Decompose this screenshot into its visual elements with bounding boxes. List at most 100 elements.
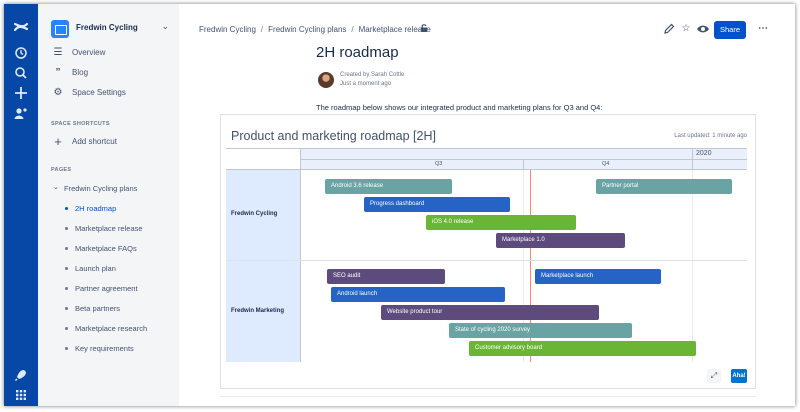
roadmap-bar-label: SEO audit [333, 273, 361, 279]
roadmap-title: Product and marketing roadmap [2H] [231, 129, 436, 143]
sidebar-item-label: Space Settings [72, 88, 126, 97]
lane-label-text: Fredwin Cycling [231, 211, 278, 217]
timeline-year-label: 2020 [696, 150, 712, 157]
roadmap-bar-label: Marketplace launch [541, 273, 594, 279]
roadmap-timeline: 2020 Q3 Q4 Fredwin Cycling Fredwin Marke… [226, 148, 747, 362]
chevron-down-icon[interactable]: ⌄ [53, 183, 59, 191]
sidebar-item-overview[interactable]: ☰ Overview [51, 47, 171, 61]
roadmap-bar[interactable]: Website product tour [381, 305, 599, 320]
roadmap-bar[interactable]: Marketplace 1.0 [496, 233, 625, 248]
quote-icon: ” [55, 67, 61, 78]
page-tree-root-label: Fredwin Cycling plans [64, 184, 138, 193]
sidebar-item-space-settings[interactable]: ⚙ Space Settings [51, 87, 171, 101]
rocket-icon[interactable] [12, 366, 30, 384]
page-tree-item[interactable]: Marketplace release [65, 223, 175, 235]
page-tree-item[interactable]: Launch plan [65, 263, 175, 275]
app-switcher-icon[interactable] [12, 386, 30, 404]
watch-icon[interactable] [695, 21, 711, 37]
share-button[interactable]: Share [714, 21, 746, 39]
page-tree-root[interactable]: ⌄ Fredwin Cycling plans [51, 183, 176, 195]
space-switcher[interactable]: Fredwin Cycling ⌄ [51, 20, 169, 40]
gear-icon: ⚙ [53, 87, 63, 98]
create-icon[interactable] [12, 84, 30, 102]
page-tree-item-label: Marketplace research [75, 324, 148, 333]
quarter-divider [523, 159, 524, 170]
bullet-icon [65, 267, 68, 270]
quarter-label: Q4 [602, 161, 610, 167]
breadcrumb-separator: / [260, 25, 264, 34]
star-icon[interactable]: ☆ [678, 21, 694, 37]
sidebar-item-label: Overview [72, 48, 106, 57]
confluence-logo-icon[interactable] [12, 18, 30, 36]
bullet-icon [65, 287, 68, 290]
page-tree-item-label: Key requirements [75, 344, 134, 353]
page-tree-item-label: Marketplace FAQs [75, 244, 137, 253]
page-tree-item[interactable]: Key requirements [65, 343, 175, 355]
page-author: Created by Sarah Cottle [340, 72, 405, 78]
roadmap-bar-label: Marketplace 1.0 [502, 237, 545, 243]
page-tree-item[interactable]: 2H roadmap [65, 203, 175, 215]
roadmap-bar[interactable]: Partner portal [596, 179, 732, 194]
page-tree-item-label: Partner agreement [75, 284, 138, 293]
content-divider [220, 396, 756, 397]
roadmap-bar[interactable]: Android launch [331, 287, 505, 302]
edit-icon[interactable] [661, 21, 677, 37]
space-logo-icon [51, 20, 69, 38]
lane-separator [226, 260, 747, 261]
search-icon[interactable] [12, 64, 30, 82]
roadmap-bar-label: Website product tour [387, 309, 443, 315]
page-tree-item[interactable]: Partner agreement [65, 283, 175, 295]
chevron-down-icon[interactable]: ⌄ [161, 21, 169, 32]
roadmap-bar[interactable]: SEO audit [327, 269, 445, 284]
space-sidebar: Fredwin Cycling ⌄ ☰ Overview ” Blog ⚙ Sp… [38, 4, 179, 406]
people-icon[interactable] [12, 104, 30, 122]
app-window: Fredwin Cycling ⌄ ☰ Overview ” Blog ⚙ Sp… [4, 4, 795, 406]
roadmap-bar-label: Android launch [337, 291, 378, 297]
page-title: 2H roadmap [316, 44, 399, 61]
lane-label[interactable]: Fredwin Marketing [226, 261, 301, 362]
page-tree-item-label: Marketplace release [75, 224, 143, 233]
bullet-icon [65, 347, 68, 350]
page-tree-item[interactable]: Beta partners [65, 303, 175, 315]
page-actions: ☆ Share ⋯ [661, 21, 771, 39]
expand-icon[interactable]: ⤢ [707, 369, 721, 383]
roadmap-bar[interactable]: State of cycling 2020 survey [449, 323, 632, 338]
roadmap-bar[interactable]: iOS 4.0 release [426, 215, 576, 230]
roadmap-bar[interactable]: Marketplace launch [535, 269, 661, 284]
roadmap-bar-label: State of cycling 2020 survey [455, 327, 531, 333]
bullet-icon [65, 327, 68, 330]
roadmap-bar[interactable]: Android 3.6 release [325, 179, 452, 194]
recent-icon[interactable] [12, 44, 30, 62]
bullet-icon [65, 307, 68, 310]
breadcrumb-item[interactable]: Fredwin Cycling plans [268, 25, 346, 34]
avatar[interactable] [318, 72, 334, 88]
page-intro-text: The roadmap below shows our integrated p… [316, 103, 603, 112]
timeline-header-divider [301, 159, 747, 160]
lane-label[interactable]: Fredwin Cycling [226, 170, 301, 260]
roadmap-last-updated: Last updated: 1 minute ago [674, 133, 747, 139]
bullet-icon [65, 247, 68, 250]
add-shortcut-button[interactable]: + Add shortcut [51, 134, 171, 150]
space-name: Fredwin Cycling [76, 23, 138, 32]
plus-icon: + [54, 134, 62, 149]
roadmap-bar-label: Customer advisory board [475, 345, 543, 351]
aha-logo-button[interactable]: Aha! [731, 369, 747, 383]
roadmap-bar-label: iOS 4.0 release [432, 219, 474, 225]
breadcrumb-item[interactable]: Fredwin Cycling [199, 25, 256, 34]
page-tree-item[interactable]: Marketplace research [65, 323, 175, 335]
lock-icon[interactable] [419, 23, 429, 35]
roadmap-bar[interactable]: Customer advisory board [469, 341, 696, 356]
roadmap-bar[interactable]: Progress dashboard [364, 197, 510, 212]
timeline-header-corner [226, 148, 301, 170]
pages-heading: PAGES [51, 167, 72, 173]
sidebar-item-blog[interactable]: ” Blog [51, 67, 171, 81]
lane-label-text: Fredwin Marketing [231, 308, 285, 314]
timeline-year: 2020 [692, 149, 747, 159]
page-tree-item-label: Beta partners [75, 304, 121, 313]
page-timestamp: Just a moment ago [340, 81, 392, 87]
quarter-label: Q3 [435, 161, 443, 167]
more-icon[interactable]: ⋯ [755, 21, 771, 37]
page-tree-item-label: Launch plan [75, 264, 116, 273]
page-tree-item[interactable]: Marketplace FAQs [65, 243, 175, 255]
breadcrumb-separator: / [351, 25, 354, 34]
